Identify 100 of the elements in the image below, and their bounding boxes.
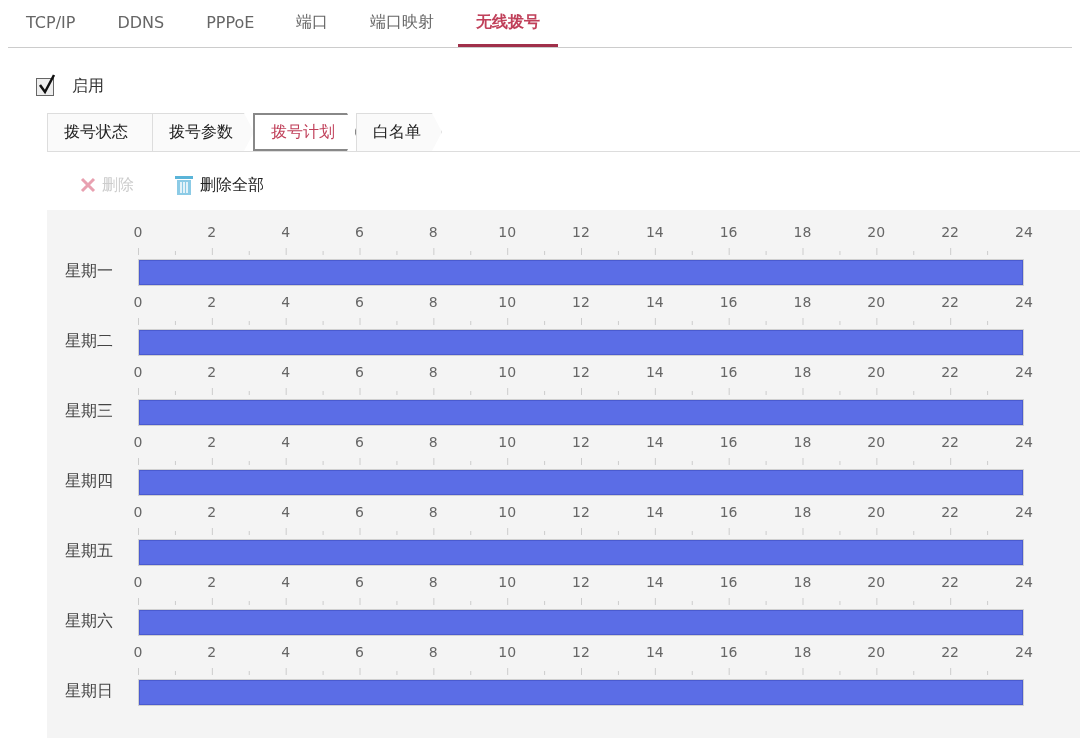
hour-label: 0	[132, 644, 144, 660]
hour-label: 14	[644, 224, 665, 240]
hour-label: 10	[497, 574, 518, 590]
hour-label: 8	[427, 224, 439, 240]
hour-label: 6	[354, 434, 365, 450]
tab[interactable]: 无线拨号	[458, 0, 559, 47]
hour-label: 4	[280, 294, 292, 310]
hour-label: 12	[571, 224, 591, 240]
hour-label: 18	[792, 644, 813, 660]
hour-label: 18	[792, 364, 813, 380]
hour-label: 10	[497, 644, 518, 660]
hour-label: 8	[427, 294, 439, 310]
hour-label: 14	[644, 364, 665, 380]
hour-label: 6	[354, 224, 365, 240]
hour-label: 0	[132, 364, 144, 380]
hour-label: 16	[718, 294, 739, 310]
hour-label: 20	[866, 644, 887, 660]
hour-label: 24	[1014, 364, 1034, 380]
hour-label: 10	[497, 504, 518, 520]
hour-label: 18	[792, 294, 813, 310]
hour-label: 20	[866, 224, 887, 240]
hour-label: 18	[792, 504, 813, 520]
hour-label: 4	[280, 434, 292, 450]
hour-label: 16	[718, 224, 739, 240]
hour-label: 14	[644, 434, 665, 450]
day-label: 星期二	[64, 331, 114, 352]
hour-label: 14	[644, 574, 665, 590]
schedule-bar[interactable]	[139, 680, 1023, 705]
hour-label: 10	[497, 224, 518, 240]
hour-label: 20	[866, 434, 887, 450]
hour-label: 24	[1014, 644, 1034, 660]
hour-label: 22	[940, 434, 960, 450]
tab[interactable]: 端口	[278, 0, 347, 47]
hour-label: 2	[206, 364, 218, 380]
enable-checkbox[interactable]	[36, 77, 54, 96]
day-label: 星期五	[64, 541, 114, 562]
day-label: 星期六	[64, 611, 114, 632]
hour-label: 6	[354, 294, 365, 310]
hour-label: 10	[497, 294, 518, 310]
hour-label: 20	[866, 574, 887, 590]
hour-label: 4	[280, 574, 292, 590]
hour-label: 12	[571, 364, 591, 380]
hour-label: 12	[571, 294, 591, 310]
tab[interactable]: 端口映射	[352, 0, 453, 47]
hour-label: 6	[354, 574, 365, 590]
schedule-bar[interactable]	[139, 260, 1023, 285]
hour-label: 14	[644, 644, 665, 660]
tab[interactable]: DDNS	[99, 0, 183, 47]
hour-label: 22	[940, 644, 960, 660]
step-tab[interactable]: 拨号状态	[47, 113, 153, 151]
step-tab[interactable]: 白名单	[356, 113, 442, 151]
schedule-bar[interactable]	[139, 470, 1023, 495]
hour-label: 14	[644, 294, 665, 310]
hour-label: 8	[427, 574, 439, 590]
hour-label: 10	[497, 364, 518, 380]
schedule-bar[interactable]	[139, 400, 1023, 425]
hour-label: 8	[427, 504, 439, 520]
hour-label: 12	[571, 504, 591, 520]
close-icon	[80, 177, 96, 193]
hour-label: 2	[206, 644, 218, 660]
hour-label: 20	[866, 504, 887, 520]
hour-label: 4	[280, 224, 292, 240]
hour-label: 4	[280, 504, 292, 520]
hour-label: 20	[866, 294, 887, 310]
schedule-bar[interactable]	[139, 610, 1023, 635]
hour-label: 18	[792, 434, 813, 450]
hour-label: 0	[132, 434, 144, 450]
hour-label: 6	[354, 504, 365, 520]
hour-label: 4	[280, 364, 292, 380]
step-tab[interactable]: 拨号参数	[152, 113, 254, 151]
schedule-bar[interactable]	[139, 330, 1023, 355]
hour-label: 24	[1014, 294, 1034, 310]
tab[interactable]: PPPoE	[188, 0, 273, 47]
hour-label: 0	[132, 504, 144, 520]
day-label: 星期一	[64, 261, 114, 282]
hour-label: 20	[866, 364, 887, 380]
hour-label: 2	[206, 504, 218, 520]
hour-label: 12	[571, 574, 591, 590]
hour-label: 6	[354, 364, 365, 380]
hour-label: 24	[1014, 434, 1034, 450]
day-label: 星期四	[64, 471, 114, 492]
hour-label: 16	[718, 504, 739, 520]
hour-label: 14	[644, 504, 665, 520]
hour-label: 22	[940, 294, 960, 310]
hour-label: 4	[280, 644, 292, 660]
schedule-bar[interactable]	[139, 540, 1023, 565]
hour-label: 2	[206, 294, 218, 310]
step-tab[interactable]: 拨号计划	[253, 113, 357, 151]
delete-all-button[interactable]: 删除全部	[174, 174, 264, 196]
tab[interactable]: TCP/IP	[8, 0, 94, 47]
hour-label: 12	[571, 644, 591, 660]
hour-label: 2	[206, 574, 218, 590]
hour-label: 2	[206, 434, 218, 450]
hour-label: 24	[1014, 504, 1034, 520]
day-label: 星期三	[64, 401, 114, 422]
hour-label: 18	[792, 224, 813, 240]
hour-label: 18	[792, 574, 813, 590]
hour-label: 8	[427, 364, 439, 380]
hour-label: 8	[427, 434, 439, 450]
hour-label: 16	[718, 364, 739, 380]
